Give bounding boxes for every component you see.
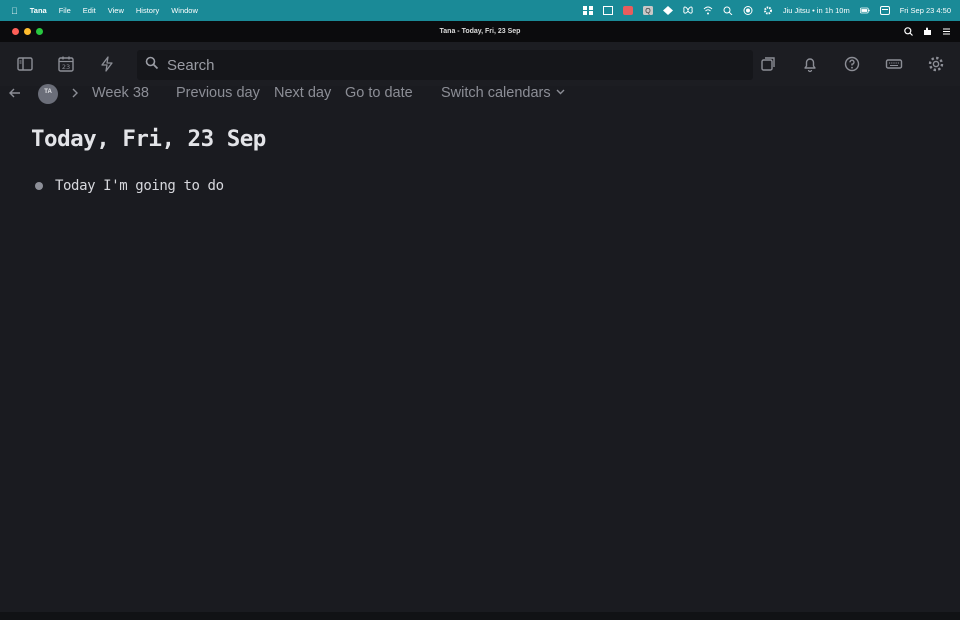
search-placeholder: Search: [167, 56, 215, 74]
grid-status-icon[interactable]: [582, 6, 593, 15]
switch-calendars-button[interactable]: Switch calendars: [441, 85, 566, 101]
quick-add-bolt-icon[interactable]: [97, 54, 117, 74]
diamond-status-icon[interactable]: [662, 6, 673, 15]
battery-icon[interactable]: [859, 6, 870, 15]
settings-gear-icon[interactable]: [926, 54, 946, 74]
breadcrumb: TA Week 38 Previous day Next day Go to d…: [0, 84, 960, 104]
menu-view[interactable]: View: [108, 6, 124, 15]
svg-text:23: 23: [62, 63, 70, 71]
svg-text:Q: Q: [645, 8, 651, 15]
menu-app-name[interactable]: Tana: [30, 6, 47, 15]
help-icon[interactable]: [842, 54, 862, 74]
spotlight-search-icon[interactable]: [723, 6, 733, 15]
sidebar-toggle-icon[interactable]: [15, 54, 35, 74]
menu-window[interactable]: Window: [171, 6, 198, 15]
gear-status-icon[interactable]: [763, 6, 773, 15]
list-item[interactable]: Today I'm going to do: [35, 178, 224, 194]
menu-edit[interactable]: Edit: [83, 6, 96, 15]
keyboard-shortcuts-icon[interactable]: [884, 54, 904, 74]
macos-menubar:  Tana File Edit View History Window Q J…: [0, 0, 960, 21]
workspace-avatar[interactable]: TA: [38, 84, 58, 104]
window-titlebar: Tana - Today, Fri, 23 Sep: [0, 21, 960, 42]
page-title: Today, Fri, 23 Sep: [31, 126, 266, 152]
record-status-icon[interactable]: [743, 6, 753, 15]
node-bullet[interactable]: [35, 182, 43, 190]
back-arrow-icon[interactable]: [8, 86, 22, 100]
chevron-right-icon: [70, 87, 80, 99]
notifications-bell-icon[interactable]: [800, 54, 820, 74]
breadcrumb-week[interactable]: Week 38: [92, 85, 149, 101]
next-day-button[interactable]: Next day: [274, 85, 331, 101]
calendar-event-status[interactable]: Jiu Jitsu • in 1h 10m: [783, 6, 850, 15]
clock[interactable]: Fri Sep 23 4:50: [900, 6, 951, 15]
go-to-date-button[interactable]: Go to date: [345, 85, 413, 101]
chevron-down-icon: [555, 85, 566, 101]
search-icon: [145, 56, 159, 75]
menu-history[interactable]: History: [136, 6, 159, 15]
panels-icon[interactable]: [758, 54, 778, 74]
switch-calendars-label: Switch calendars: [441, 85, 551, 101]
previous-day-button[interactable]: Previous day: [176, 85, 260, 101]
menu-file[interactable]: File: [59, 6, 71, 15]
control-center-icon[interactable]: [879, 6, 890, 15]
wifi-icon[interactable]: [703, 6, 713, 15]
window-status-icon[interactable]: [602, 6, 613, 15]
calendar-today-icon[interactable]: 23: [56, 54, 76, 74]
app-status-icon[interactable]: [622, 6, 633, 15]
dictionary-status-icon[interactable]: Q: [642, 6, 653, 15]
apple-menu-icon[interactable]: : [11, 6, 18, 16]
node-text[interactable]: Today I'm going to do: [55, 178, 224, 194]
window-bottom-edge: [0, 612, 960, 620]
app-toolbar: 23 Search: [0, 42, 960, 86]
butterfly-status-icon[interactable]: [683, 6, 693, 15]
search-input[interactable]: Search: [137, 50, 753, 80]
window-title: Tana - Today, Fri, 23 Sep: [439, 28, 521, 35]
